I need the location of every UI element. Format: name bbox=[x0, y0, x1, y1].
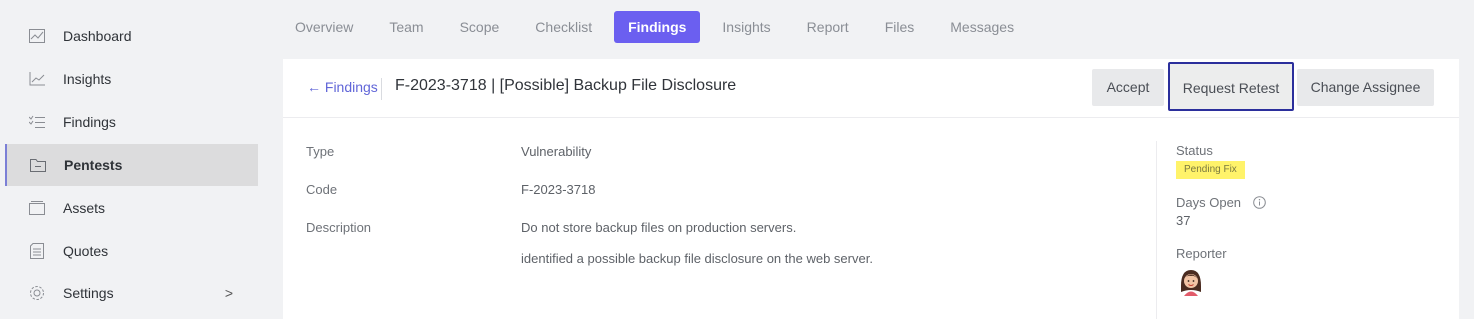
tab-scope[interactable]: Scope bbox=[446, 11, 514, 43]
description-line: identified a possible backup file disclo… bbox=[521, 251, 873, 266]
status-label: Status bbox=[1176, 143, 1213, 158]
reporter-avatar[interactable] bbox=[1176, 266, 1206, 301]
assets-icon bbox=[28, 199, 46, 217]
header-divider bbox=[381, 78, 382, 100]
type-label: Type bbox=[306, 144, 335, 159]
code-label: Code bbox=[306, 182, 338, 197]
sidebar-item-quotes[interactable]: Quotes bbox=[6, 230, 257, 272]
code-value: F-2023-3718 bbox=[521, 182, 596, 197]
tab-overview[interactable]: Overview bbox=[281, 11, 367, 43]
description-label: Description bbox=[306, 220, 372, 235]
folder-icon bbox=[29, 156, 47, 174]
dashboard-icon bbox=[28, 27, 46, 45]
status-badge: Pending Fix bbox=[1176, 161, 1245, 179]
sidebar-item-label: Quotes bbox=[63, 243, 109, 259]
page-title: F-2023-3718 | [Possible] Backup File Dis… bbox=[395, 77, 737, 94]
days-open-label: Days Open bbox=[1176, 195, 1242, 210]
tab-findings[interactable]: Findings bbox=[614, 11, 701, 43]
sidebar-item-dashboard[interactable]: Dashboard bbox=[6, 15, 257, 57]
quotes-icon bbox=[28, 242, 46, 260]
sidebar: Dashboard Insights Findings Pentests Ass… bbox=[0, 0, 262, 304]
days-open-value: 37 bbox=[1176, 213, 1191, 228]
gear-icon bbox=[28, 284, 46, 302]
description-line: Do not store backup files on production … bbox=[521, 220, 797, 235]
change-assignee-button[interactable]: Change Assignee bbox=[1297, 69, 1434, 106]
tab-bar: Overview Team Scope Checklist Findings I… bbox=[281, 11, 1036, 43]
sidebar-item-label: Findings bbox=[63, 114, 116, 130]
sidebar-item-label: Settings bbox=[63, 285, 114, 301]
sidebar-item-assets[interactable]: Assets bbox=[6, 187, 257, 229]
chevron-right-icon: > bbox=[224, 285, 233, 301]
sidebar-item-label: Dashboard bbox=[63, 28, 132, 44]
sidebar-item-settings[interactable]: Settings > bbox=[6, 272, 257, 314]
reporter-label: Reporter bbox=[1176, 246, 1227, 261]
info-icon[interactable] bbox=[1253, 196, 1266, 214]
tab-insights[interactable]: Insights bbox=[708, 11, 784, 43]
sidebar-item-findings[interactable]: Findings bbox=[6, 101, 257, 143]
finding-card: ← Findings F-2023-3718 | [Possible] Back… bbox=[283, 59, 1459, 319]
finding-header: ← Findings F-2023-3718 | [Possible] Back… bbox=[283, 59, 1459, 118]
back-to-findings-link[interactable]: ← Findings bbox=[307, 79, 378, 95]
sidebar-item-insights[interactable]: Insights bbox=[6, 58, 257, 100]
tab-report[interactable]: Report bbox=[793, 11, 863, 43]
tab-team[interactable]: Team bbox=[375, 11, 437, 43]
sidebar-item-label: Assets bbox=[63, 200, 106, 216]
chart-line-icon bbox=[28, 70, 46, 88]
request-retest-button[interactable]: Request Retest bbox=[1168, 62, 1294, 111]
checklist-icon bbox=[28, 113, 46, 131]
accept-button[interactable]: Accept bbox=[1092, 69, 1164, 106]
tab-messages[interactable]: Messages bbox=[936, 11, 1028, 43]
tab-files[interactable]: Files bbox=[871, 11, 929, 43]
type-value: Vulnerability bbox=[521, 144, 592, 159]
sidebar-item-label: Insights bbox=[63, 71, 112, 87]
sidebar-item-pentests[interactable]: Pentests bbox=[5, 144, 258, 186]
sidebar-item-label: Pentests bbox=[64, 157, 123, 173]
panel-divider bbox=[1156, 141, 1157, 319]
tab-checklist[interactable]: Checklist bbox=[521, 11, 606, 43]
